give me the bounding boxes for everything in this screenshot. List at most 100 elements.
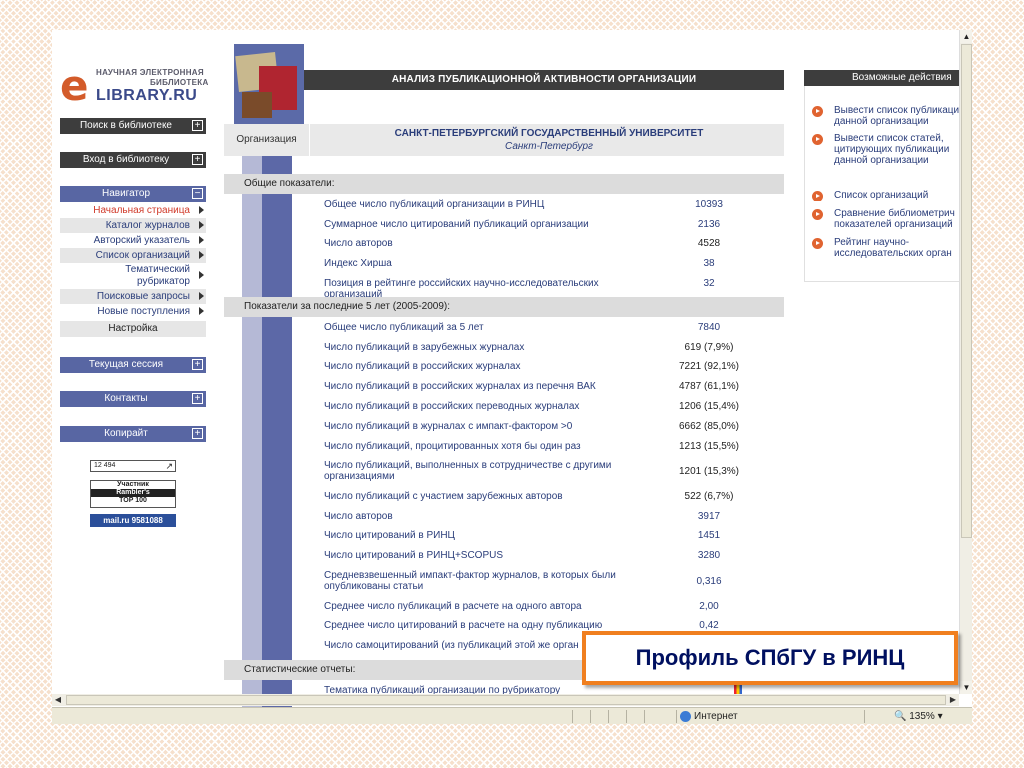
orange-arrow-icon [812, 209, 823, 220]
rambler-top100-badge[interactable]: Участник Rambler's TOP 100 [90, 480, 176, 508]
navigator-header[interactable]: Навигатор − [60, 186, 206, 202]
row-value[interactable]: 4528 [644, 238, 774, 249]
row-value[interactable]: 3917 [644, 511, 774, 522]
organization-city: Санкт-Петербург [505, 141, 593, 152]
expand-plus-icon[interactable]: + [192, 359, 203, 370]
action-rating[interactable]: Рейтинг научно-исследовательских орган [812, 237, 972, 259]
row-value[interactable]: 1213 (15,5%) [644, 441, 774, 452]
row-value[interactable]: 3280 [644, 550, 774, 561]
search-library-button[interactable]: Поиск в библиотеке + [60, 118, 206, 134]
row-label[interactable]: Общее число публикаций организации в РИН… [324, 199, 634, 210]
decor-stripe-light [242, 156, 262, 724]
row-value[interactable]: 619 (7,9%) [644, 342, 774, 353]
rambler-line1: Участник [117, 481, 149, 488]
row-value[interactable]: 4787 (61,1%) [644, 381, 774, 392]
scroll-up-arrow-icon[interactable]: ▲ [960, 30, 972, 43]
row-value[interactable]: 522 (6,7%) [644, 491, 774, 502]
row-value[interactable]: 2136 [644, 219, 774, 230]
row-value[interactable]: 6662 (85,0%) [644, 421, 774, 432]
nav-item-label: Список организаций [95, 250, 190, 261]
action-org-list[interactable]: Список организаций [812, 190, 972, 201]
visitor-counter-badge[interactable]: 12 494 ↗ [90, 460, 176, 472]
zoom-level[interactable]: 🔍 135% ▾ [894, 710, 943, 723]
section-last5: Показатели за последние 5 лет (2005-2009… [224, 297, 784, 317]
action-citing-articles[interactable]: Вывести список статей, цитирующих публика… [812, 133, 972, 166]
scroll-left-arrow-icon[interactable]: ◀ [52, 694, 64, 706]
callout-text: Профиль СПбГУ в РИНЦ [635, 645, 905, 670]
nav-item-authors[interactable]: Авторский указатель [60, 233, 206, 248]
expand-plus-icon[interactable]: + [192, 154, 203, 165]
collapse-minus-icon[interactable]: − [192, 188, 203, 199]
row-label[interactable]: Среднее число цитирований в расчете на о… [324, 620, 634, 631]
logo-line2: БИБЛИОТЕКА [150, 78, 209, 87]
horizontal-scroll-thumb[interactable] [66, 695, 946, 705]
action-label-line: цитирующих публикации [834, 144, 950, 155]
row-label[interactable]: Число публикаций в российских журналах [324, 361, 634, 372]
row-label[interactable]: Число публикаций в российских переводных… [324, 401, 634, 412]
nav-item-home[interactable]: Начальная страница [60, 203, 206, 218]
row-value[interactable]: 7840 [644, 322, 774, 333]
row-value[interactable]: 10393 [644, 199, 774, 210]
login-library-button[interactable]: Вход в библиотеку + [60, 152, 206, 168]
row-label[interactable]: Средневзвешенный импакт-фактор журналов,… [324, 570, 634, 592]
vertical-scrollbar[interactable]: ▲ ▼ [959, 30, 972, 694]
row-label[interactable]: Среднее число публикаций в расчете на од… [324, 601, 634, 612]
search-library-label: Поиск в библиотеке [79, 120, 172, 131]
nav-item-organizations[interactable]: Список организаций [60, 248, 206, 263]
row-value[interactable]: 0,42 [644, 620, 774, 631]
copyright-label: Копирайт [104, 428, 148, 439]
nav-item-new-arrivals[interactable]: Новые поступления [60, 304, 206, 319]
rambler-line3: TOP 100 [119, 497, 147, 504]
arrow-right-icon [199, 251, 204, 259]
contacts-button[interactable]: Контакты + [60, 391, 206, 407]
scroll-down-arrow-icon[interactable]: ▼ [960, 681, 972, 694]
mail-ru-counter-badge[interactable]: mail.ru 9581088 [90, 514, 176, 527]
action-list-publications[interactable]: Вывести список публикаци данной организац… [812, 105, 972, 127]
row-label[interactable]: Число публикаций, выполненных в сотрудни… [324, 460, 634, 482]
copyright-button[interactable]: Копирайт + [60, 426, 206, 442]
action-compare-orgs[interactable]: Сравнение библиометрич показателей органи… [812, 208, 972, 230]
row-label[interactable]: Число публикаций в российских журналах и… [324, 381, 634, 392]
row-label[interactable]: Число публикаций, процитированных хотя б… [324, 441, 634, 452]
nav-item-rubricator[interactable]: Тематический рубрикатор [60, 263, 206, 289]
row-value[interactable]: 0,316 [644, 576, 774, 587]
expand-plus-icon[interactable]: + [192, 120, 203, 131]
elibrary-logo[interactable]: e НАУЧНАЯ ЭЛЕКТРОННАЯ БИБЛИОТЕКА LIBRARY… [60, 65, 210, 107]
mail-counter-value: mail.ru 9581088 [103, 516, 163, 525]
current-session-button[interactable]: Текущая сессия + [60, 357, 206, 373]
row-value[interactable]: 1201 (15,3%) [644, 466, 774, 477]
row-value[interactable]: 1206 (15,4%) [644, 401, 774, 412]
row-label[interactable]: Индекс Хирша [324, 258, 634, 269]
action-label-line: показателей организаций [834, 219, 953, 230]
row-label[interactable]: Число цитирований в РИНЦ+SCOPUS [324, 550, 634, 561]
nav-item-journals[interactable]: Каталог журналов [60, 218, 206, 233]
rambler-line2: Rambler's [91, 489, 175, 497]
nav-item-search-queries[interactable]: Поисковые запросы [60, 289, 206, 304]
decor-stripe-dark [262, 156, 292, 724]
expand-plus-icon[interactable]: + [192, 393, 203, 404]
horizontal-scrollbar[interactable]: ◀ ▶ [52, 694, 959, 706]
expand-plus-icon[interactable]: + [192, 428, 203, 439]
row-label[interactable]: Число публикаций в журналах с импакт-фак… [324, 421, 634, 432]
nav-item-settings[interactable]: Настройка [60, 321, 206, 337]
row-label[interactable]: Число авторов [324, 238, 634, 249]
login-library-label: Вход в библиотеку [82, 154, 170, 165]
row-label[interactable]: Число публикаций в зарубежных журналах [324, 342, 634, 353]
row-label[interactable]: Число публикаций с участием зарубежных а… [324, 491, 634, 502]
scroll-right-arrow-icon[interactable]: ▶ [947, 694, 959, 706]
row-label[interactable]: Число цитирований в РИНЦ [324, 530, 634, 541]
page-title: АНАЛИЗ ПУБЛИКАЦИОННОЙ АКТИВНОСТИ ОРГАНИЗ… [304, 70, 784, 90]
row-label[interactable]: Общее число публикаций за 5 лет [324, 322, 634, 333]
journals-banner-image [234, 44, 304, 124]
zone-label: Интернет [694, 711, 738, 722]
row-value[interactable]: 1451 [644, 530, 774, 541]
row-label[interactable]: Суммарное число цитирований публикаций о… [324, 219, 634, 230]
row-value[interactable]: 2,00 [644, 601, 774, 612]
vertical-scroll-thumb[interactable] [961, 44, 972, 538]
row-value[interactable]: 38 [644, 258, 774, 269]
row-value[interactable]: 32 [644, 278, 774, 289]
row-value[interactable]: 7221 (92,1%) [644, 361, 774, 372]
organization-name[interactable]: САНКТ-ПЕТЕРБУРГСКИЙ ГОСУДАРСТВЕННЫЙ УНИВ… [314, 128, 784, 139]
action-label-line: Список организаций [834, 190, 929, 201]
row-label[interactable]: Число авторов [324, 511, 634, 522]
